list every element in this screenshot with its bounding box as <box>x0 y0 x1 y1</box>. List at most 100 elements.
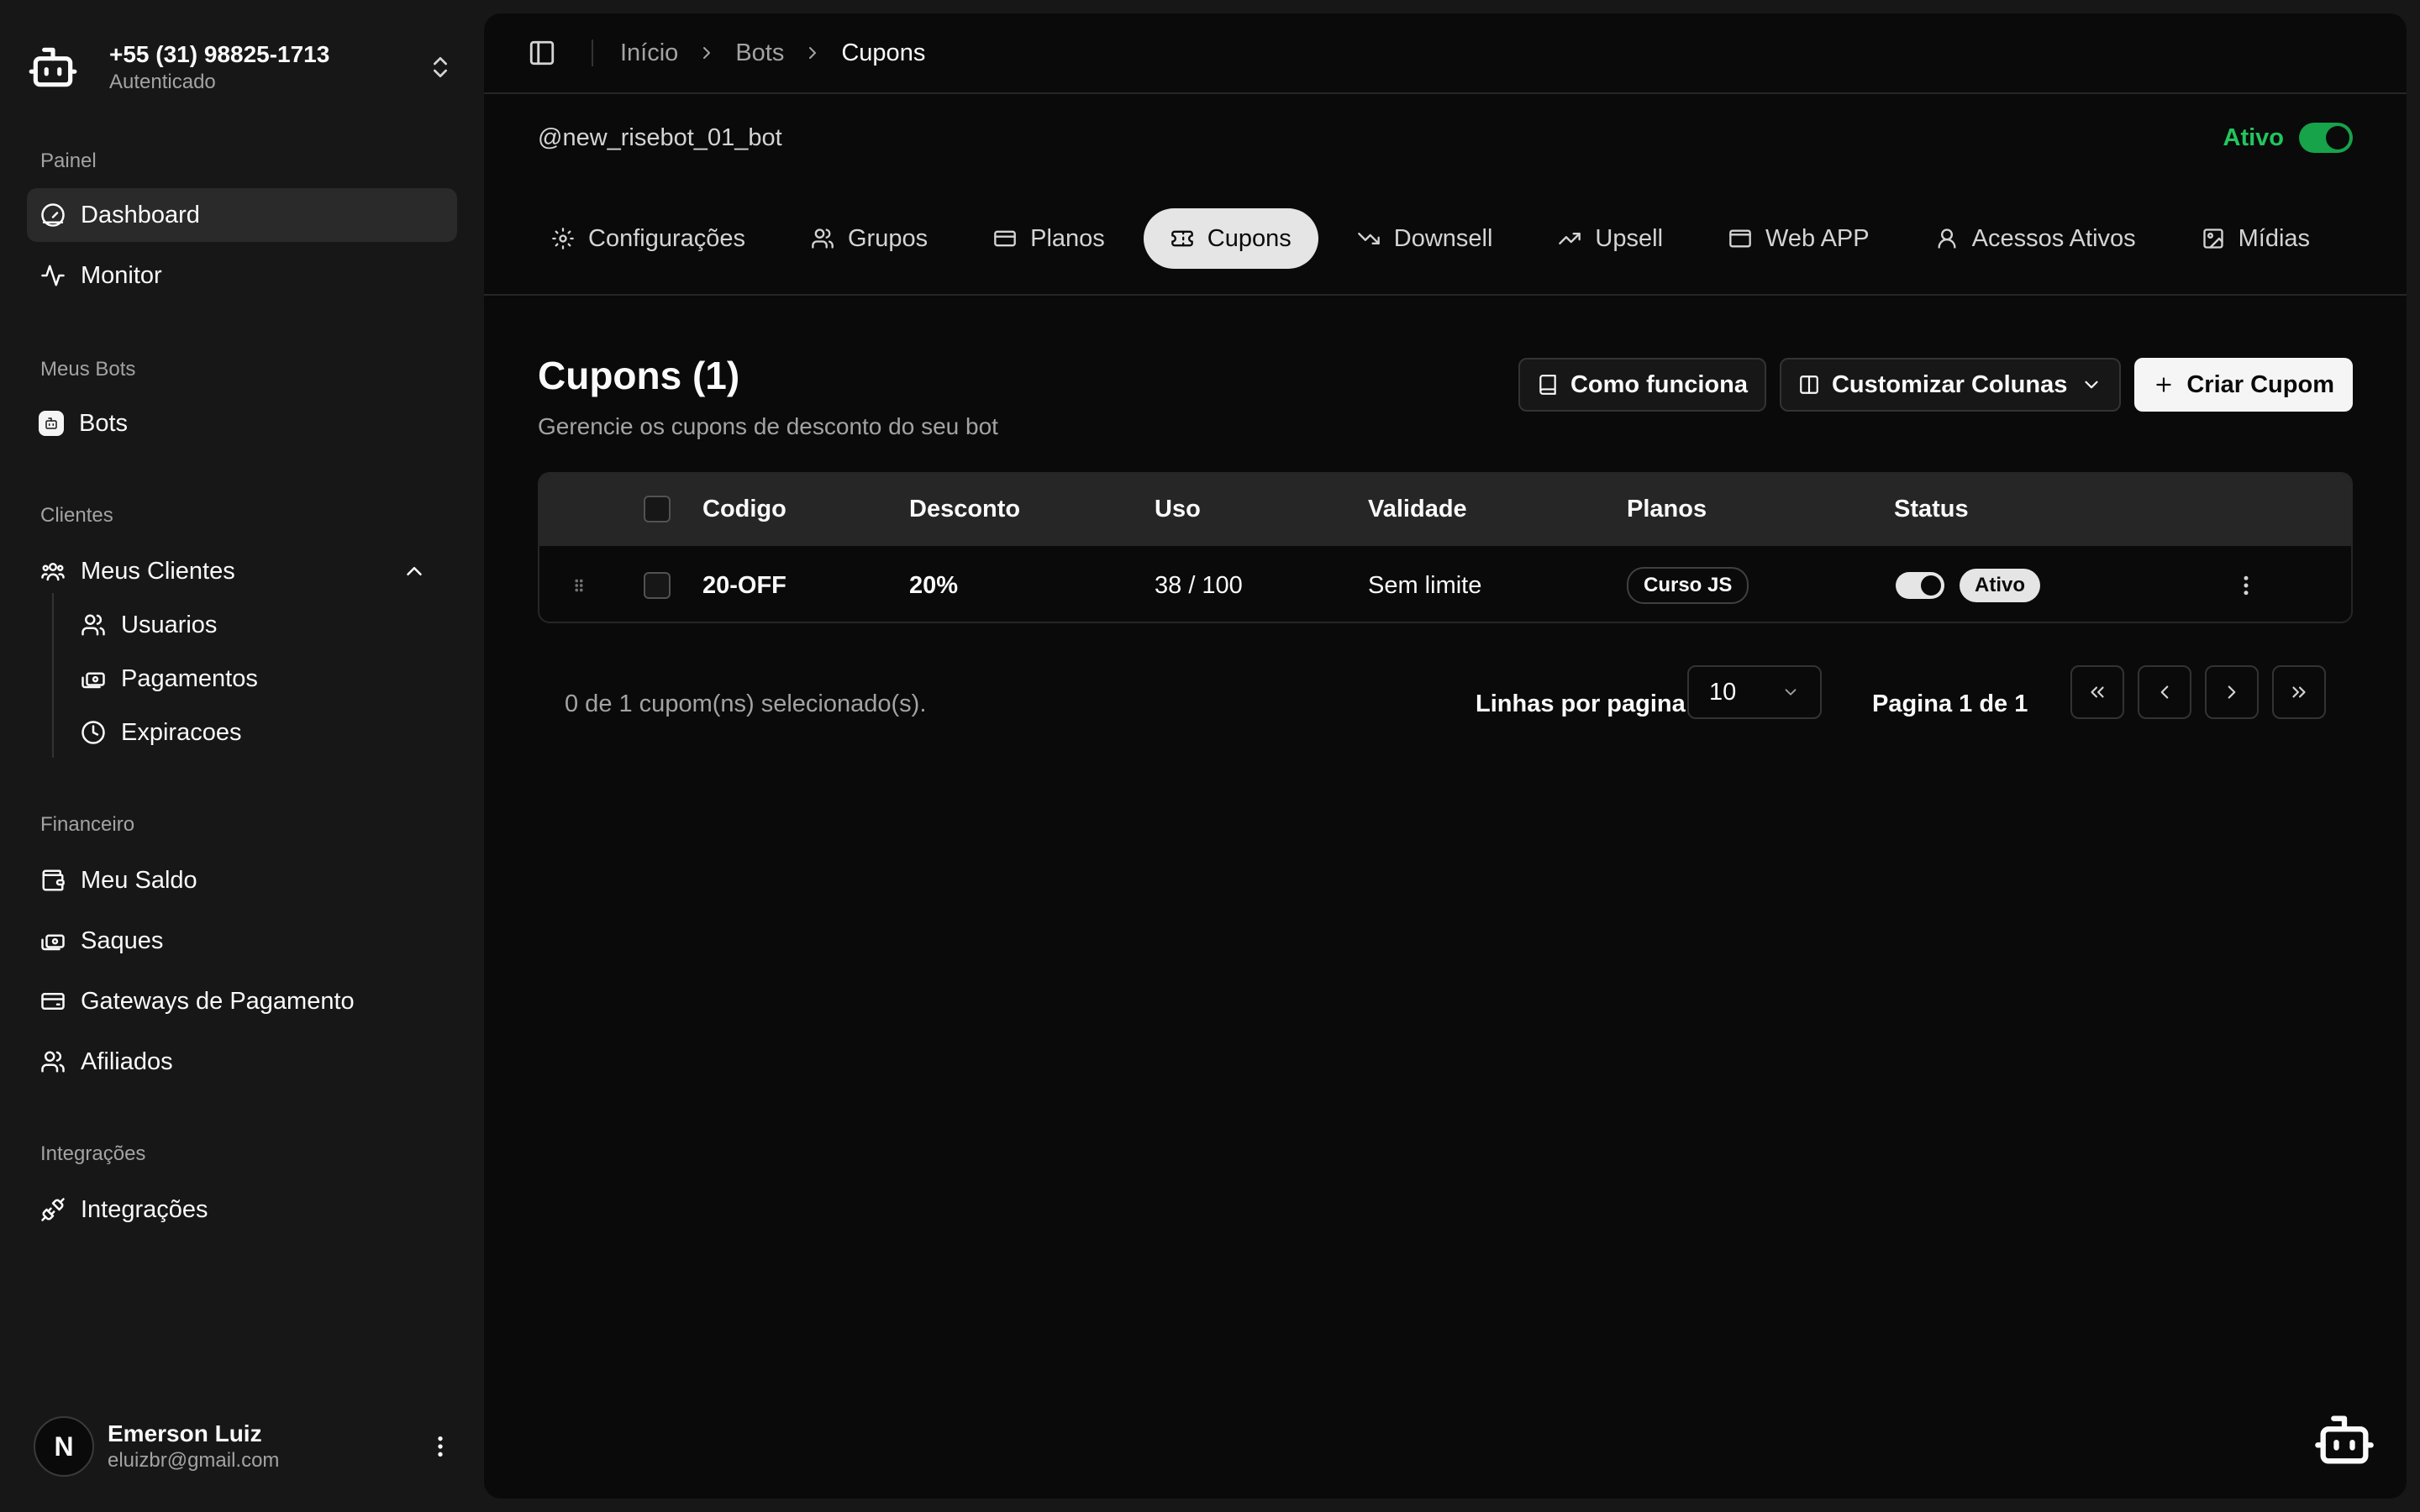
sidebar-item-monitor[interactable]: Monitor <box>27 249 457 302</box>
chevron-right-icon <box>697 43 717 63</box>
tab-label: Planos <box>1030 224 1105 252</box>
tab-label: Mídias <box>2238 224 2311 252</box>
last-page-button[interactable] <box>2272 665 2326 719</box>
sidebar: +55 (31) 98825-1713 Autenticado Painel D… <box>0 0 484 1512</box>
wallet-icon <box>40 868 66 893</box>
bot-assistant-icon[interactable] <box>2312 1408 2376 1472</box>
header-planos[interactable]: Planos <box>1627 474 1707 544</box>
columns-icon <box>1798 374 1820 396</box>
rows-per-page-select[interactable]: 10 <box>1687 665 1822 719</box>
tab-grupos[interactable]: Grupos <box>784 208 955 269</box>
trending-down-icon <box>1357 227 1381 250</box>
account-switcher[interactable]: +55 (31) 98825-1713 Autenticado <box>27 30 454 104</box>
tab-label: Cupons <box>1207 224 1292 252</box>
submenu-line <box>52 593 54 758</box>
bot-handle: @new_risebot_01_bot <box>538 124 782 151</box>
header-validade[interactable]: Validade <box>1368 474 1467 544</box>
tab-cupons[interactable]: Cupons <box>1143 208 1318 269</box>
prev-page-button[interactable] <box>2138 665 2191 719</box>
cell-status: Ativo <box>1896 546 2040 622</box>
tab-webapp[interactable]: Web APP <box>1702 208 1897 269</box>
bot-status-label: Ativo <box>2223 123 2285 151</box>
select-all-checkbox[interactable] <box>644 496 671 522</box>
cell-validade: Sem limite <box>1368 571 1482 599</box>
sidebar-item-meu-saldo[interactable]: Meu Saldo <box>27 853 457 907</box>
sidebar-item-afiliados[interactable]: Afiliados <box>27 1035 457 1089</box>
tab-planos[interactable]: Planos <box>966 208 1132 269</box>
tab-configuracoes[interactable]: Configurações <box>524 208 772 269</box>
sidebar-item-pagamentos[interactable]: Pagamentos <box>81 654 258 704</box>
avatar: N <box>34 1416 94 1477</box>
panel-left-icon[interactable] <box>528 39 556 67</box>
sidebar-item-dashboard[interactable]: Dashboard <box>27 188 457 242</box>
coupons-table: Codigo Desconto Uso Validade Planos Stat… <box>538 472 2353 623</box>
header-uso[interactable]: Uso <box>1155 474 1201 544</box>
sidebar-item-integracoes[interactable]: Integrações <box>27 1183 457 1236</box>
sidebar-item-saques[interactable]: Saques <box>27 914 457 968</box>
rows-per-page-label: Linhas por pagina <box>1476 690 1686 717</box>
bot-tabs: Configurações Grupos Planos Cupons Downs… <box>524 207 2363 270</box>
first-page-button[interactable] <box>2070 665 2124 719</box>
users-icon <box>811 227 834 250</box>
header-desconto[interactable]: Desconto <box>909 474 1020 544</box>
sidebar-item-meus-clientes[interactable]: Meus Clientes <box>27 544 457 598</box>
book-icon <box>1537 374 1559 396</box>
header-status[interactable]: Status <box>1894 474 1969 544</box>
users-icon <box>40 1049 66 1074</box>
pagination <box>2070 665 2326 719</box>
create-coupon-button[interactable]: Criar Cupom <box>2134 358 2353 412</box>
tab-acessos-ativos[interactable]: Acessos Ativos <box>1908 208 2163 269</box>
tab-downsell[interactable]: Downsell <box>1330 208 1520 269</box>
sidebar-item-label: Usuarios <box>121 611 218 638</box>
chevrons-up-down-icon[interactable] <box>427 54 454 81</box>
user-icon <box>1935 227 1959 250</box>
chevron-up-icon[interactable] <box>402 559 427 584</box>
tab-upsell[interactable]: Upsell <box>1531 208 1690 269</box>
breadcrumb-home[interactable]: Início <box>620 39 678 67</box>
group-label-clientes: Clientes <box>40 504 113 527</box>
table-row[interactable]: 20-OFF 20% 38 / 100 Sem limite Curso JS … <box>539 544 2351 622</box>
user-menu[interactable]: N Emerson Luiz eluizbr@gmail.com <box>34 1415 457 1478</box>
row-checkbox[interactable] <box>644 572 671 599</box>
tab-label: Acessos Ativos <box>1971 224 2136 252</box>
sidebar-item-usuarios[interactable]: Usuarios <box>81 600 217 650</box>
header-codigo[interactable]: Codigo <box>702 474 786 544</box>
customize-columns-button[interactable]: Customizar Colunas <box>1779 358 2122 412</box>
ticket-icon <box>1171 227 1194 250</box>
bot-status: Ativo <box>2223 123 2353 153</box>
users-icon <box>81 612 106 638</box>
breadcrumb-bots[interactable]: Bots <box>735 39 784 67</box>
sidebar-item-expiracoes[interactable]: Expiracoes <box>81 707 241 758</box>
cell-planos: Curso JS <box>1627 546 1749 622</box>
button-label: Como funciona <box>1570 370 1748 398</box>
banknote-icon <box>40 928 66 953</box>
chevron-left-icon <box>2154 681 2175 703</box>
row-actions-cell <box>2233 546 2259 622</box>
how-it-works-button[interactable]: Como funciona <box>1518 358 1766 412</box>
more-vertical-icon[interactable] <box>2233 573 2259 598</box>
chevron-down-icon <box>1781 683 1800 701</box>
chevrons-left-icon <box>2086 681 2108 703</box>
bot-icon <box>27 41 79 93</box>
page-title: Cupons (1) <box>538 354 740 397</box>
activity-icon <box>40 263 66 288</box>
credit-card-icon <box>993 227 1017 250</box>
more-vertical-icon[interactable] <box>427 1433 454 1460</box>
tab-midias[interactable]: Mídias <box>2175 208 2337 269</box>
rows-per-page-value: 10 <box>1709 678 1737 706</box>
sidebar-item-bots[interactable]: Bots <box>27 396 457 450</box>
credit-card-icon <box>40 989 66 1014</box>
bot-status-toggle[interactable] <box>2299 123 2353 153</box>
plug-icon <box>40 1197 66 1222</box>
grip-vertical-icon[interactable] <box>570 576 588 595</box>
breadcrumb-current: Cupons <box>841 39 926 66</box>
sidebar-item-gateways[interactable]: Gateways de Pagamento <box>27 974 457 1028</box>
next-page-button[interactable] <box>2205 665 2259 719</box>
page-actions: Como funciona Customizar Colunas Criar C… <box>1518 358 2353 412</box>
sidebar-item-label: Monitor <box>81 261 162 289</box>
status-toggle[interactable] <box>1896 572 1944 599</box>
sidebar-item-label: Meus Clientes <box>81 557 235 585</box>
divider <box>592 39 593 66</box>
group-label-meus-bots: Meus Bots <box>40 358 136 381</box>
sidebar-item-label: Expiracoes <box>121 718 242 746</box>
